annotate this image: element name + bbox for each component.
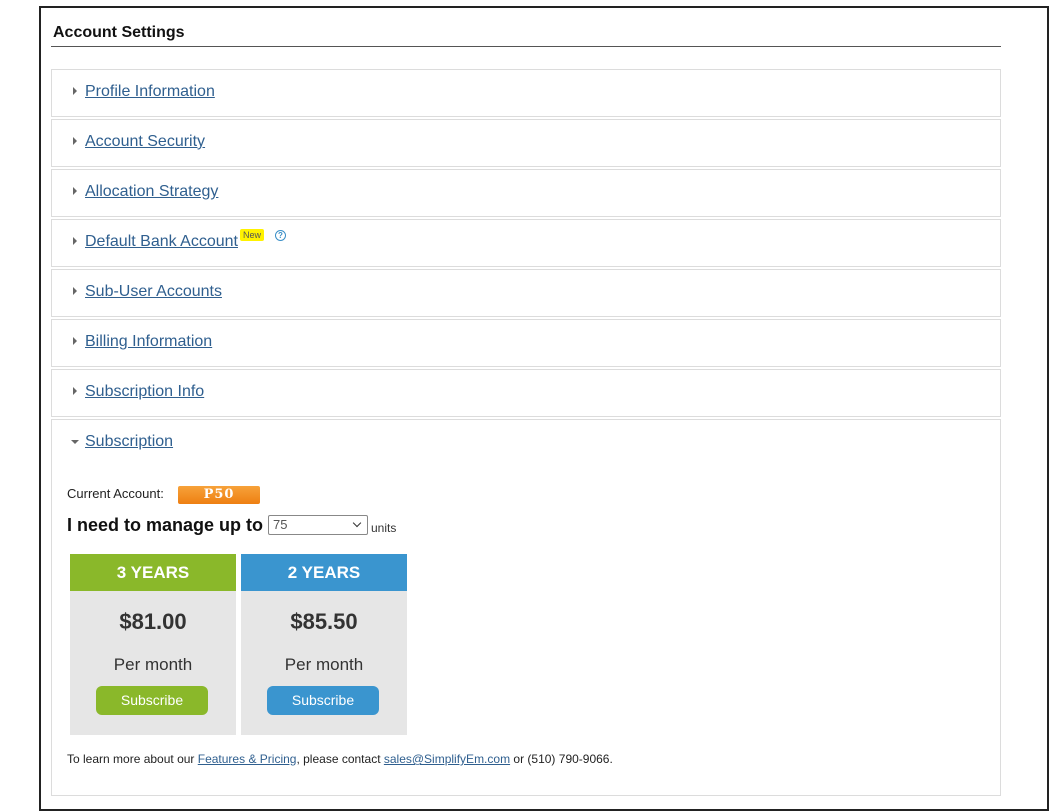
manage-units-label: I need to manage up to [67, 515, 264, 535]
expand-arrow-icon [73, 87, 77, 95]
current-plan-badge: P50 [178, 486, 260, 504]
expand-arrow-icon [73, 187, 77, 195]
units-select-value: 75 [273, 517, 288, 532]
expand-arrow-icon [73, 337, 77, 345]
title-divider [51, 46, 1001, 47]
plan-period: Per month [113, 655, 193, 674]
section-link-subscription-info[interactable]: Subscription Info [85, 383, 204, 401]
expand-arrow-icon [73, 387, 77, 395]
subscribe-button-2-years[interactable]: Subscribe [267, 686, 379, 715]
expand-arrow-icon [73, 137, 77, 145]
new-badge: New [240, 229, 265, 241]
section-link-subscription[interactable]: Subscription [85, 433, 173, 451]
expand-arrow-icon [73, 237, 77, 245]
expand-arrow-icon [73, 287, 77, 295]
section-link-profile-information[interactable]: Profile Information [85, 83, 215, 101]
collapse-arrow-icon [71, 440, 79, 444]
page-title: Account Settings [53, 24, 185, 41]
plan-period: Per month [284, 655, 364, 674]
plan-price: $81.00 [119, 609, 187, 634]
contact-note-middle: , please contact [296, 752, 384, 766]
help-icon[interactable]: ? [275, 230, 286, 241]
section-subscription-info[interactable]: Subscription Info [51, 369, 1001, 417]
section-link-billing-information[interactable]: Billing Information [85, 333, 212, 351]
section-link-allocation-strategy[interactable]: Allocation Strategy [85, 183, 218, 201]
section-subscription[interactable]: Subscription [51, 419, 1001, 466]
features-pricing-link[interactable]: Features & Pricing [198, 752, 297, 766]
section-allocation-strategy[interactable]: Allocation Strategy [51, 169, 1001, 217]
sales-email-link[interactable]: sales@SimplifyEm.com [384, 752, 510, 766]
section-account-security[interactable]: Account Security [51, 119, 1001, 167]
contact-note: To learn more about our Features & Prici… [67, 752, 613, 766]
plan-card-3-years: 3 YEARS $81.00 Per month Subscribe [70, 554, 236, 735]
section-link-account-security[interactable]: Account Security [85, 133, 205, 151]
contact-note-prefix: To learn more about our [67, 752, 198, 766]
plan-term: 2 YEARS [241, 554, 407, 591]
contact-note-suffix: or (510) 790-9066. [510, 752, 613, 766]
current-account-label: Current Account: [67, 486, 164, 501]
chevron-down-icon [352, 518, 362, 528]
plan-term: 3 YEARS [70, 554, 236, 591]
subscribe-button-3-years[interactable]: Subscribe [96, 686, 208, 715]
section-default-bank-account[interactable]: Default Bank Account New ? [51, 219, 1001, 267]
units-select[interactable]: 75 [268, 515, 368, 535]
units-suffix-label: units [371, 521, 397, 535]
plan-price: $85.50 [290, 609, 358, 634]
section-sub-user-accounts[interactable]: Sub-User Accounts [51, 269, 1001, 317]
section-link-sub-user-accounts[interactable]: Sub-User Accounts [85, 283, 222, 301]
section-profile-information[interactable]: Profile Information [51, 69, 1001, 117]
section-link-default-bank-account[interactable]: Default Bank Account [85, 233, 238, 251]
account-settings-frame: Account Settings Profile Information Acc… [39, 6, 1049, 811]
subscription-panel-body: Current Account: P50 I need to manage up… [51, 465, 1001, 796]
section-billing-information[interactable]: Billing Information [51, 319, 1001, 367]
plan-card-2-years: 2 YEARS $85.50 Per month Subscribe [241, 554, 407, 735]
